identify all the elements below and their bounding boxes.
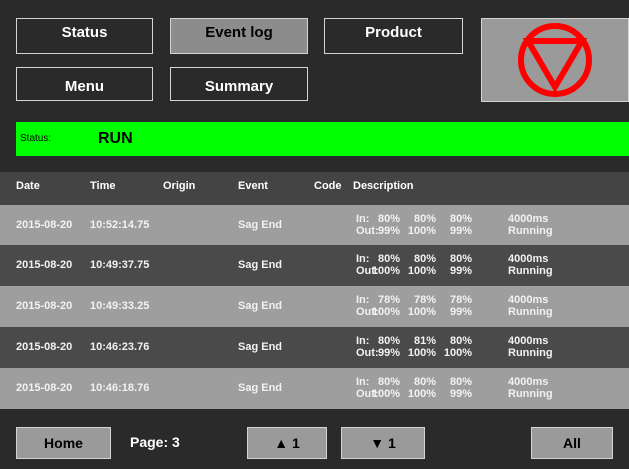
cell-time: 10:49:33.25 xyxy=(90,300,150,312)
page-down-button[interactable]: ▼ 1 xyxy=(341,427,425,459)
description-out-value: 100% xyxy=(407,265,436,277)
header-code: Code xyxy=(314,180,342,192)
description-in-value: 80% xyxy=(449,376,472,388)
header-date: Date xyxy=(16,180,40,192)
nav-product-label: Product xyxy=(365,23,422,41)
description-in-value: 81% xyxy=(413,335,436,347)
cell-time: 10:49:37.75 xyxy=(90,259,150,271)
cell-event: Sag End xyxy=(238,341,283,353)
description-in-value: 80% xyxy=(377,335,400,347)
nav-status-label: Status xyxy=(61,23,108,41)
table-row[interactable]: 2015-08-20 10:46:23.76 Sag End In: 80% 81% 80%… xyxy=(0,327,629,368)
table-row[interactable]: 2015-08-20 10:46:18.76 Sag End In: 80% 80% 80%… xyxy=(0,368,629,409)
description-out-value: Running xyxy=(508,306,553,318)
nav-status-button[interactable]: Status xyxy=(16,18,153,54)
page-up-label: ▲ 1 xyxy=(274,435,300,451)
nav-event-log-button[interactable]: Event log xyxy=(170,18,308,54)
cell-date: 2015-08-20 xyxy=(16,341,73,353)
nav-summary-button[interactable]: Summary xyxy=(170,67,308,101)
description-in-value: 80% xyxy=(449,335,472,347)
nav-event-log-label: Event log xyxy=(205,23,273,41)
cell-time: 10:52:14.75 xyxy=(90,219,150,231)
description-out-value: Running xyxy=(508,388,553,400)
description-out-value: 99% xyxy=(449,225,472,237)
page-up-button[interactable]: ▲ 1 xyxy=(247,427,327,459)
header-event: Event xyxy=(238,180,268,192)
description-out-value: 100% xyxy=(371,265,400,277)
description-in-value: 4000ms xyxy=(508,253,549,265)
cell-event: Sag End xyxy=(238,300,283,312)
status-label: Status: xyxy=(20,133,52,144)
description-out-value: 100% xyxy=(443,347,472,359)
table-header: Date Time Origin Event Code Description xyxy=(0,172,629,206)
cell-description: In: 80% 81% 80% 4000ms Out: 99% 100% 100% Running xyxy=(356,335,596,361)
table-row[interactable]: 2015-08-20 10:52:14.75 Sag End In: 80% 80% 80%… xyxy=(0,205,629,246)
description-in-value: 4000ms xyxy=(508,294,549,306)
nav-summary-label: Summary xyxy=(204,77,274,95)
description-in-value: 4000ms xyxy=(508,335,549,347)
description-out-value: Running xyxy=(508,347,553,359)
stop-button[interactable] xyxy=(481,18,629,102)
home-button[interactable]: Home xyxy=(16,427,111,459)
description-out-value: Running xyxy=(508,265,553,277)
description-out-value: 100% xyxy=(371,306,400,318)
description-in-value: 80% xyxy=(449,253,472,265)
description-out-value: 99% xyxy=(449,306,472,318)
description-in-value: 80% xyxy=(449,213,472,225)
description-in-value: 4000ms xyxy=(508,376,549,388)
cell-event: Sag End xyxy=(238,382,283,394)
description-out-value: 100% xyxy=(371,388,400,400)
description-in-value: 78% xyxy=(377,294,400,306)
description-in-value: 78% xyxy=(413,294,436,306)
status-value: RUN xyxy=(98,130,133,147)
cell-date: 2015-08-20 xyxy=(16,219,73,231)
description-out-value: 100% xyxy=(407,347,436,359)
status-bar: Status: RUN xyxy=(16,122,629,156)
description-in-value: 4000ms xyxy=(508,213,549,225)
all-button[interactable]: All xyxy=(531,427,613,459)
description-out-value: 100% xyxy=(407,306,436,318)
cell-description: In: 80% 80% 80% 4000ms Out: 100% 100% 99% Running xyxy=(356,253,596,279)
description-in-value: 80% xyxy=(377,376,400,388)
page-indicator: Page: 3 xyxy=(130,434,180,450)
cell-time: 10:46:18.76 xyxy=(90,382,150,394)
table-row[interactable]: 2015-08-20 10:49:33.25 Sag End In: 78% 78% 78%… xyxy=(0,286,629,327)
description-in-value: 80% xyxy=(413,376,436,388)
cell-description: In: 78% 78% 78% 4000ms Out: 100% 100% 99% Running xyxy=(356,294,596,320)
nav-product-button[interactable]: Product xyxy=(324,18,463,54)
description-in-value: 80% xyxy=(377,213,400,225)
stop-triangle-icon xyxy=(518,23,592,97)
cell-description: In: 80% 80% 80% 4000ms Out: 99% 100% 99% Running xyxy=(356,213,596,239)
cell-date: 2015-08-20 xyxy=(16,259,73,271)
page-down-label: ▼ 1 xyxy=(370,435,396,451)
event-log-screen: Status Event log Product Menu Summary St… xyxy=(0,0,629,469)
all-label: All xyxy=(563,435,581,451)
nav-menu-label: Menu xyxy=(64,77,105,95)
description-in-value: 80% xyxy=(413,253,436,265)
description-out-value: 99% xyxy=(377,225,400,237)
cell-date: 2015-08-20 xyxy=(16,382,73,394)
cell-event: Sag End xyxy=(238,219,283,231)
description-out-value: 100% xyxy=(407,225,436,237)
cell-time: 10:46:23.76 xyxy=(90,341,150,353)
header-description: Description xyxy=(353,180,414,192)
header-time: Time xyxy=(90,180,116,192)
description-out-value: 99% xyxy=(449,388,472,400)
cell-event: Sag End xyxy=(238,259,283,271)
description-in-value: 80% xyxy=(377,253,400,265)
nav-menu-button[interactable]: Menu xyxy=(16,67,153,101)
cell-date: 2015-08-20 xyxy=(16,300,73,312)
table-row[interactable]: 2015-08-20 10:49:37.75 Sag End In: 80% 80% 80%… xyxy=(0,245,629,286)
header-origin: Origin xyxy=(163,180,196,192)
description-out-value: 99% xyxy=(449,265,472,277)
home-label: Home xyxy=(44,435,83,451)
description-in-value: 80% xyxy=(413,213,436,225)
description-out-value: Running xyxy=(508,225,553,237)
cell-description: In: 80% 80% 80% 4000ms Out: 100% 100% 99% Running xyxy=(356,376,596,402)
description-in-value: 78% xyxy=(449,294,472,306)
description-out-value: 99% xyxy=(377,347,400,359)
description-out-value: 100% xyxy=(407,388,436,400)
